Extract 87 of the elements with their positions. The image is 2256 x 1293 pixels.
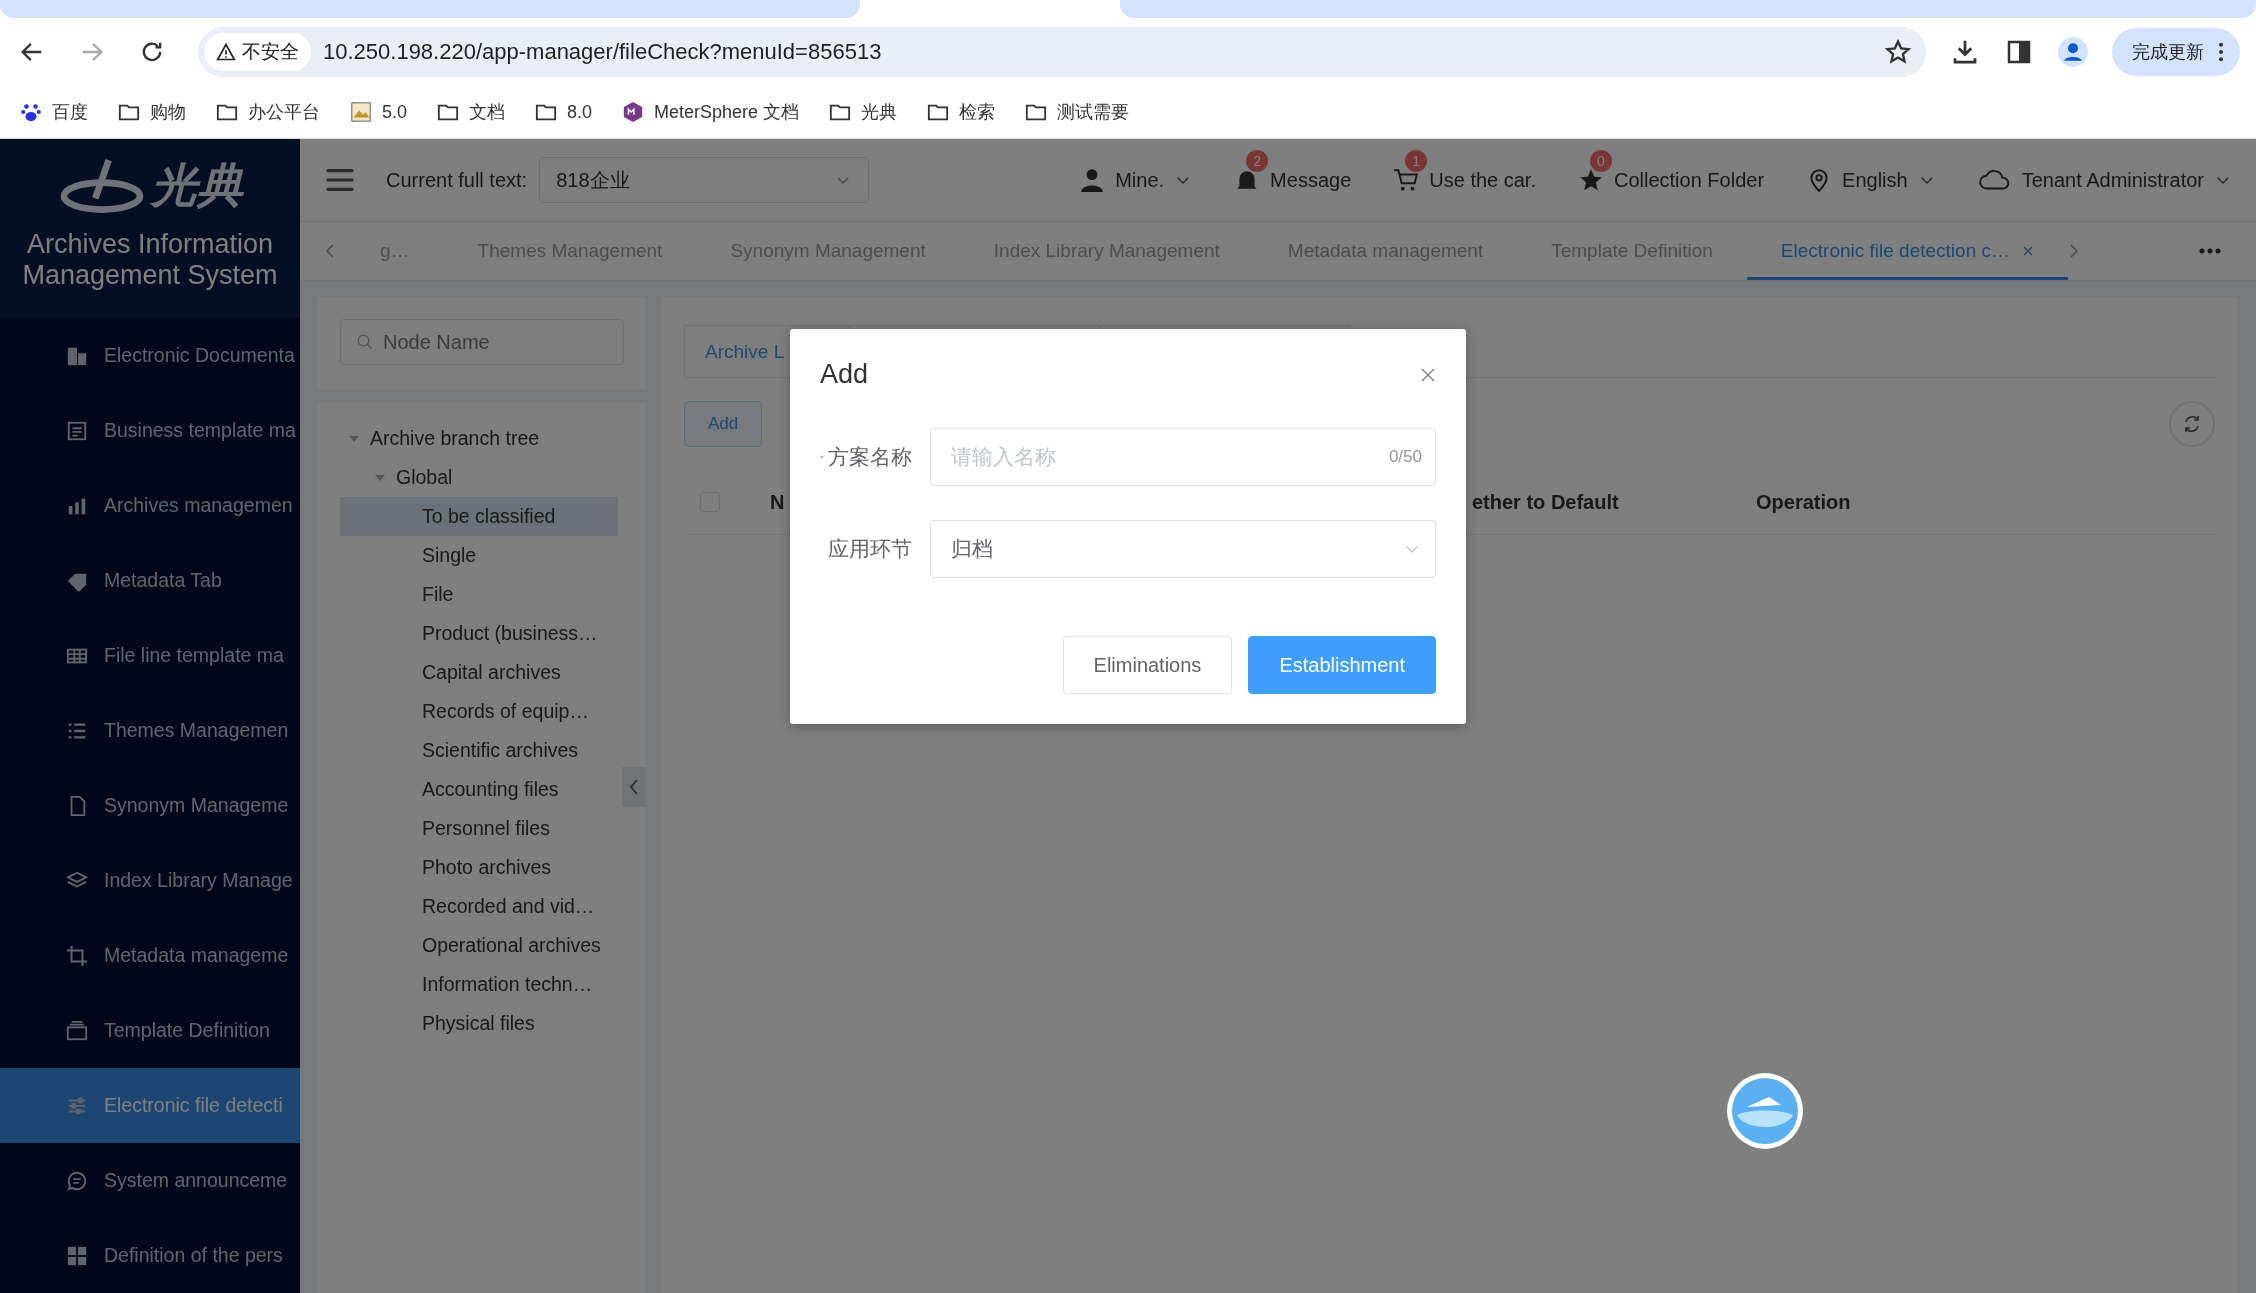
collapse-icon[interactable] xyxy=(622,767,646,807)
menu-item[interactable]: Index Library Manage xyxy=(0,843,300,918)
menu-item[interactable]: Themes Managemen xyxy=(0,693,300,768)
bookmark[interactable]: 检索 xyxy=(927,100,996,124)
logo-text: 光典 xyxy=(151,158,243,213)
url-text: 10.250.198.220/app-manager/fileCheck?menuId=856513 xyxy=(323,39,883,65)
bookmark[interactable]: 办公平台 xyxy=(216,100,320,124)
tree-node[interactable]: Personnel files xyxy=(340,809,618,848)
menu-item[interactable]: Electronic Documenta xyxy=(0,318,300,393)
bookmark[interactable]: 测试需要 xyxy=(1025,100,1130,124)
confirm-button[interactable]: Establishment xyxy=(1248,636,1436,694)
address-bar[interactable]: 不安全 10.250.198.220/app-manager/fileCheck?menuId=856513 xyxy=(198,27,1926,77)
menu-item[interactable]: Electronic file detecti xyxy=(0,1068,300,1143)
paw-icon xyxy=(20,101,42,123)
tree-node[interactable]: Photo archives xyxy=(340,848,618,887)
tree-node[interactable]: Single xyxy=(340,536,618,575)
menu-item[interactable]: Template Definition xyxy=(0,993,300,1068)
update-button[interactable]: 完成更新 xyxy=(2112,28,2240,76)
tree-node[interactable]: Recorded and vid… xyxy=(340,887,618,926)
tree-node[interactable]: Records of equip… xyxy=(340,692,618,731)
column-header: N xyxy=(770,490,786,514)
more-icon xyxy=(2218,41,2224,63)
floating-ball-icon[interactable] xyxy=(1725,1071,1805,1151)
refresh-icon[interactable] xyxy=(2168,400,2216,448)
menu-item[interactable]: System announceme xyxy=(0,1143,300,1218)
image-icon xyxy=(350,101,372,123)
column-header: ether to Default xyxy=(1472,490,1620,514)
menu-item[interactable]: Definition of the pers xyxy=(0,1218,300,1293)
system-title: Archives Information Management System xyxy=(21,229,279,291)
search-icon xyxy=(356,333,374,351)
bookmark[interactable]: 光典 xyxy=(829,100,898,124)
bookmark[interactable]: 文档 xyxy=(437,100,506,124)
cart-icon xyxy=(1393,167,1420,193)
chat-icon xyxy=(66,1169,88,1192)
bookmark[interactable]: 购物 xyxy=(118,100,186,124)
security-chip[interactable]: 不安全 xyxy=(204,33,311,71)
tree-node[interactable]: File xyxy=(340,575,618,614)
page-tab[interactable]: Electronic file detection c… xyxy=(1746,222,2068,280)
count-badge: 2 xyxy=(1246,150,1269,172)
menu-item[interactable]: Business template ma xyxy=(0,393,300,468)
warning-icon xyxy=(216,42,236,62)
language-menu[interactable]: English xyxy=(1806,167,1936,193)
more-icon[interactable] xyxy=(2198,247,2222,255)
count-badge: 1 xyxy=(1405,150,1428,172)
tree-node[interactable]: Physical files xyxy=(340,1004,618,1043)
menu-item[interactable]: Metadata manageme xyxy=(0,918,300,993)
close-icon[interactable] xyxy=(1420,366,1436,383)
role-menu[interactable]: Tenant Administrator xyxy=(1977,167,2232,193)
menu-item[interactable]: Metadata Tab xyxy=(0,543,300,618)
character-counter: 0/50 xyxy=(1388,447,1422,467)
tree-node[interactable]: Information techn… xyxy=(340,965,618,1004)
cancel-button[interactable]: Eliminations xyxy=(1062,636,1233,694)
crop-icon xyxy=(66,944,88,967)
tree-node[interactable]: To be classified xyxy=(340,497,618,536)
field-label: 应用环节 xyxy=(828,536,912,562)
menu-item[interactable]: File line template ma xyxy=(0,618,300,693)
tree-node[interactable]: Operational archives xyxy=(340,926,618,965)
star-icon[interactable] xyxy=(1884,38,1912,66)
bookmark[interactable]: MeterSphere 文档 xyxy=(622,100,800,124)
field-label: 方案名称 xyxy=(828,444,912,470)
menu-item[interactable]: Synonym Manageme xyxy=(0,768,300,843)
tree-node[interactable]: Global xyxy=(340,458,618,497)
count-badge: 0 xyxy=(1590,150,1612,172)
bookmark[interactable]: 8.0 xyxy=(535,101,593,123)
hexagon-icon xyxy=(622,101,645,123)
form-icon xyxy=(66,419,88,442)
bookmark[interactable]: 百度 xyxy=(20,100,88,124)
profile-icon[interactable] xyxy=(2058,37,2088,67)
star-icon xyxy=(1578,167,1604,193)
user-menu[interactable]: Mine. xyxy=(1079,167,1193,193)
tree-node[interactable]: Archive branch tree xyxy=(340,419,618,458)
user-icon xyxy=(1079,167,1106,193)
bookmark[interactable]: 5.0 xyxy=(350,101,408,123)
tree-node[interactable]: Product (business… xyxy=(340,614,618,653)
column-header: Operation xyxy=(1756,490,1852,514)
grid-icon xyxy=(66,1244,88,1267)
add-button[interactable]: Add xyxy=(684,401,762,447)
stage-select[interactable]: 归档 xyxy=(930,520,1436,578)
tree-node[interactable]: Accounting files xyxy=(340,770,618,809)
menu-item[interactable]: Archives managemen xyxy=(0,468,300,543)
tray-icon xyxy=(66,1019,88,1042)
enterprise-select[interactable]: 818企业 xyxy=(539,157,870,203)
search-field[interactable]: Node Name xyxy=(340,319,624,365)
current-label: Current full text: xyxy=(386,168,528,192)
close-icon[interactable] xyxy=(2022,245,2034,257)
tree-node[interactable]: Capital archives xyxy=(340,653,618,692)
tree-node[interactable]: Scientific archives xyxy=(340,731,618,770)
